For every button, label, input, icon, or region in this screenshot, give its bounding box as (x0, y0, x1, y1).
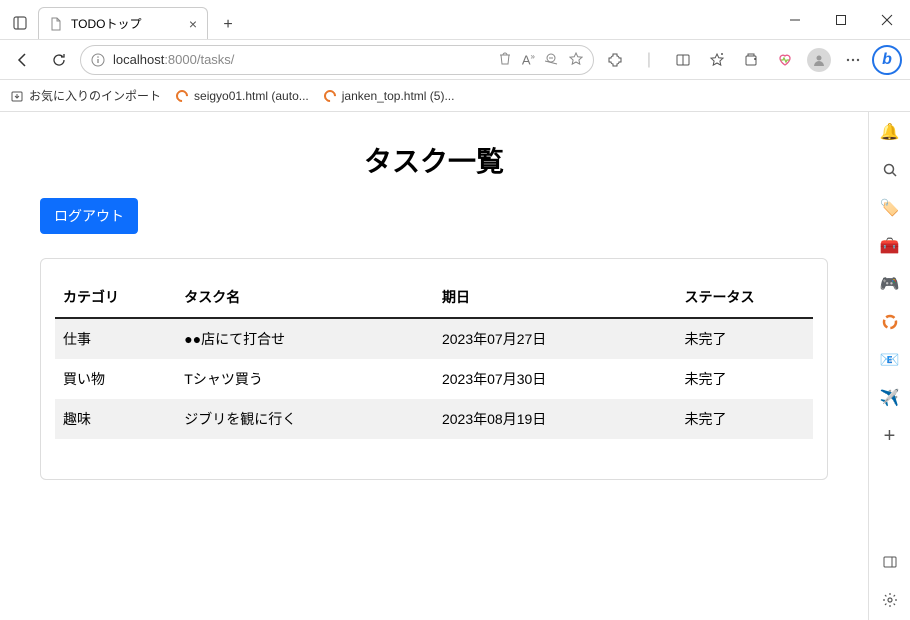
logout-button[interactable]: ログアウト (40, 198, 138, 234)
notifications-icon[interactable]: 🔔 (878, 120, 902, 144)
zoom-icon[interactable] (545, 52, 559, 67)
table-row: 買い物 Tシャツ買う 2023年07月30日 未完了 (55, 359, 813, 399)
th-category: カテゴリ (55, 277, 176, 318)
profile-icon[interactable] (804, 45, 834, 75)
page-icon (49, 17, 63, 31)
tab-close-button[interactable]: × (189, 16, 197, 32)
th-name: タスク名 (176, 277, 434, 318)
site-info-icon[interactable] (91, 53, 105, 67)
table-row: 仕事 ●●店にて打合せ 2023年07月27日 未完了 (55, 318, 813, 359)
task-card: カテゴリ タスク名 期日 ステータス 仕事 ●●店にて打合せ 2023年07月2… (40, 258, 828, 480)
add-sidebar-icon[interactable]: + (878, 424, 902, 448)
back-button[interactable] (8, 45, 38, 75)
close-window-button[interactable] (864, 0, 910, 40)
window-titlebar: TODOトップ × + (0, 0, 910, 40)
tab-actions-icon[interactable] (4, 7, 36, 39)
maximize-button[interactable] (818, 0, 864, 40)
extensions-icon[interactable] (600, 45, 630, 75)
minimize-button[interactable] (772, 0, 818, 40)
settings-icon[interactable] (878, 588, 902, 612)
favorites-icon[interactable] (702, 45, 732, 75)
table-row: 趣味 ジブリを観に行く 2023年08月19日 未完了 (55, 399, 813, 439)
address-bar: localhost:8000/tasks/ A» | b (0, 40, 910, 80)
health-icon[interactable] (770, 45, 800, 75)
file-icon (175, 89, 189, 103)
bing-button[interactable]: b (872, 45, 902, 75)
split-screen-icon[interactable] (668, 45, 698, 75)
url-text: localhost:8000/tasks/ (113, 52, 234, 67)
bookmark-item[interactable]: seigyo01.html (auto... (175, 89, 309, 103)
refresh-button[interactable] (44, 45, 74, 75)
search-sidebar-icon[interactable] (878, 158, 902, 182)
page-content: タスク一覧 ログアウト カテゴリ タスク名 期日 ステータス 仕事 ●●店にて打… (0, 112, 868, 620)
browser-tab[interactable]: TODOトップ × (38, 7, 208, 39)
th-status: ステータス (677, 277, 813, 318)
file-icon (323, 89, 337, 103)
import-favorites-button[interactable]: お気に入りのインポート (10, 87, 161, 104)
toolbox-icon[interactable]: 🧰 (878, 234, 902, 258)
favorite-icon[interactable] (569, 52, 583, 67)
office-icon[interactable] (878, 310, 902, 334)
collections-icon[interactable] (736, 45, 766, 75)
import-icon (10, 89, 24, 103)
outlook-icon[interactable]: 📧 (878, 348, 902, 372)
send-icon[interactable]: ✈️ (878, 386, 902, 410)
read-aloud-icon[interactable]: A» (522, 52, 535, 67)
bookmark-item[interactable]: janken_top.html (5)... (323, 89, 455, 103)
bookmarks-bar: お気に入りのインポート seigyo01.html (auto... janke… (0, 80, 910, 112)
shopping-icon[interactable] (498, 52, 512, 67)
url-input[interactable]: localhost:8000/tasks/ A» (80, 45, 594, 75)
task-table: カテゴリ タスク名 期日 ステータス 仕事 ●●店にて打合せ 2023年07月2… (55, 277, 813, 439)
games-icon[interactable]: 🎮 (878, 272, 902, 296)
page-title: タスク一覧 (40, 140, 828, 180)
toggle-sidebar-icon[interactable] (878, 550, 902, 574)
new-tab-button[interactable]: + (214, 11, 242, 39)
edge-sidebar: 🔔 🏷️ 🧰 🎮 📧 ✈️ + (868, 112, 910, 620)
th-date: 期日 (434, 277, 677, 318)
tab-title: TODOトップ (71, 15, 141, 32)
more-icon[interactable] (838, 45, 868, 75)
shopping-tag-icon[interactable]: 🏷️ (878, 196, 902, 220)
